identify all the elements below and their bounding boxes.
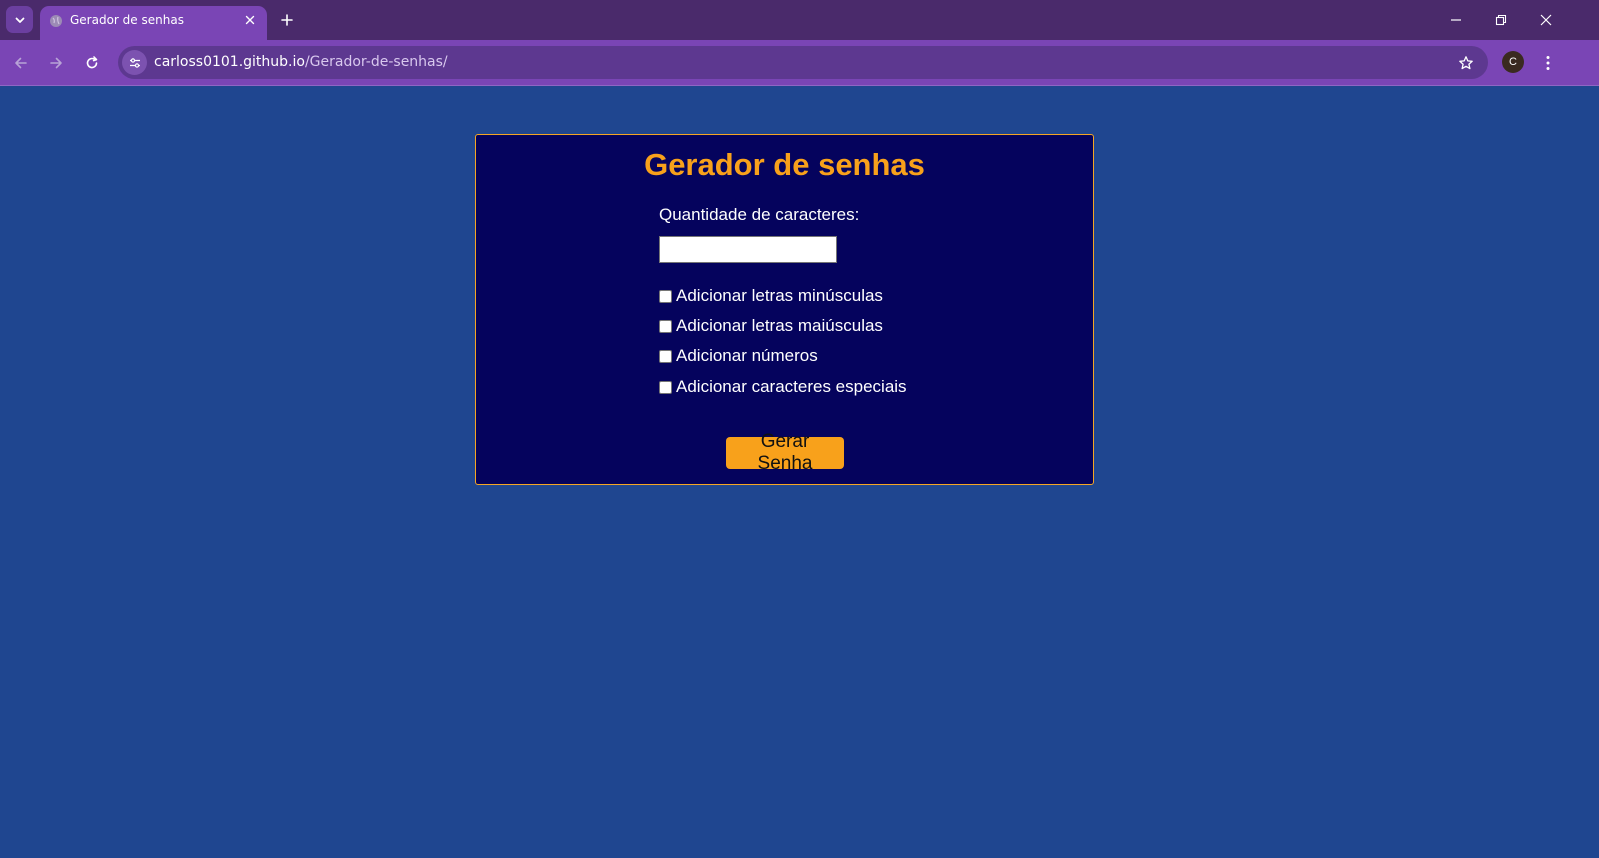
back-button[interactable] (8, 50, 34, 76)
option-uppercase[interactable]: Adicionar letras maiúsculas (659, 315, 883, 337)
quantity-label: Quantidade de caracteres: (659, 205, 860, 224)
special-checkbox[interactable] (659, 380, 672, 394)
password-generator-card: Gerador de senhas Quantidade de caracter… (475, 134, 1094, 485)
url-text: carloss0101.github.io/Gerador-de-senhas/ (154, 54, 448, 70)
more-vertical-icon (1546, 56, 1550, 70)
minimize-icon (1451, 19, 1461, 21)
page-title: Gerador de senhas (644, 147, 925, 182)
url-host: carloss0101.github.io (154, 54, 305, 70)
reload-button[interactable] (79, 50, 105, 76)
active-tab[interactable]: Gerador de senhas (40, 6, 267, 40)
bookmark-button[interactable] (1456, 53, 1476, 73)
tab-search-button[interactable] (6, 6, 33, 33)
lowercase-label: Adicionar letras minúsculas (676, 286, 883, 305)
tab-close-button[interactable] (241, 11, 259, 29)
forward-button[interactable] (43, 50, 69, 76)
lowercase-checkbox[interactable] (659, 289, 672, 303)
generate-password-button[interactable]: Gerar Senha (726, 431, 844, 474)
chevron-down-icon (15, 17, 24, 23)
restore-icon (1495, 14, 1507, 26)
star-icon (1459, 56, 1473, 70)
address-bar[interactable]: carloss0101.github.io/Gerador-de-senhas/ (118, 46, 1488, 79)
globe-icon (50, 15, 62, 27)
page-content: Gerador de senhas Quantidade de caracter… (0, 86, 1599, 858)
reload-icon (86, 56, 98, 69)
close-icon (245, 15, 255, 25)
profile-avatar[interactable]: C (1502, 51, 1524, 73)
new-tab-button[interactable] (276, 9, 298, 31)
tune-icon (129, 57, 140, 68)
arrow-right-icon (50, 57, 62, 69)
tab-title: Gerador de senhas (70, 13, 184, 27)
quantity-input[interactable] (659, 236, 837, 263)
browser-window: Gerador de senhas carloss0101.github.io/… (0, 0, 1599, 858)
numbers-checkbox[interactable] (659, 349, 672, 363)
minimize-button[interactable] (1441, 6, 1471, 34)
plus-icon (281, 14, 293, 26)
uppercase-checkbox[interactable] (659, 319, 672, 333)
tab-strip: Gerador de senhas (0, 0, 1599, 40)
url-path: /Gerador-de-senhas/ (304, 54, 448, 70)
browser-menu-button[interactable] (1539, 50, 1557, 76)
close-window-button[interactable] (1531, 6, 1561, 34)
site-info-button[interactable] (122, 50, 147, 75)
restore-button[interactable] (1486, 6, 1516, 34)
option-special[interactable]: Adicionar caracteres especiais (659, 376, 907, 398)
special-label: Adicionar caracteres especiais (676, 377, 907, 396)
option-numbers[interactable]: Adicionar números (659, 345, 818, 367)
numbers-label: Adicionar números (676, 346, 818, 365)
option-lowercase[interactable]: Adicionar letras minúsculas (659, 285, 883, 307)
browser-toolbar: carloss0101.github.io/Gerador-de-senhas/… (0, 40, 1599, 86)
close-window-icon (1540, 14, 1552, 26)
arrow-left-icon (15, 57, 27, 69)
uppercase-label: Adicionar letras maiúsculas (676, 316, 883, 335)
